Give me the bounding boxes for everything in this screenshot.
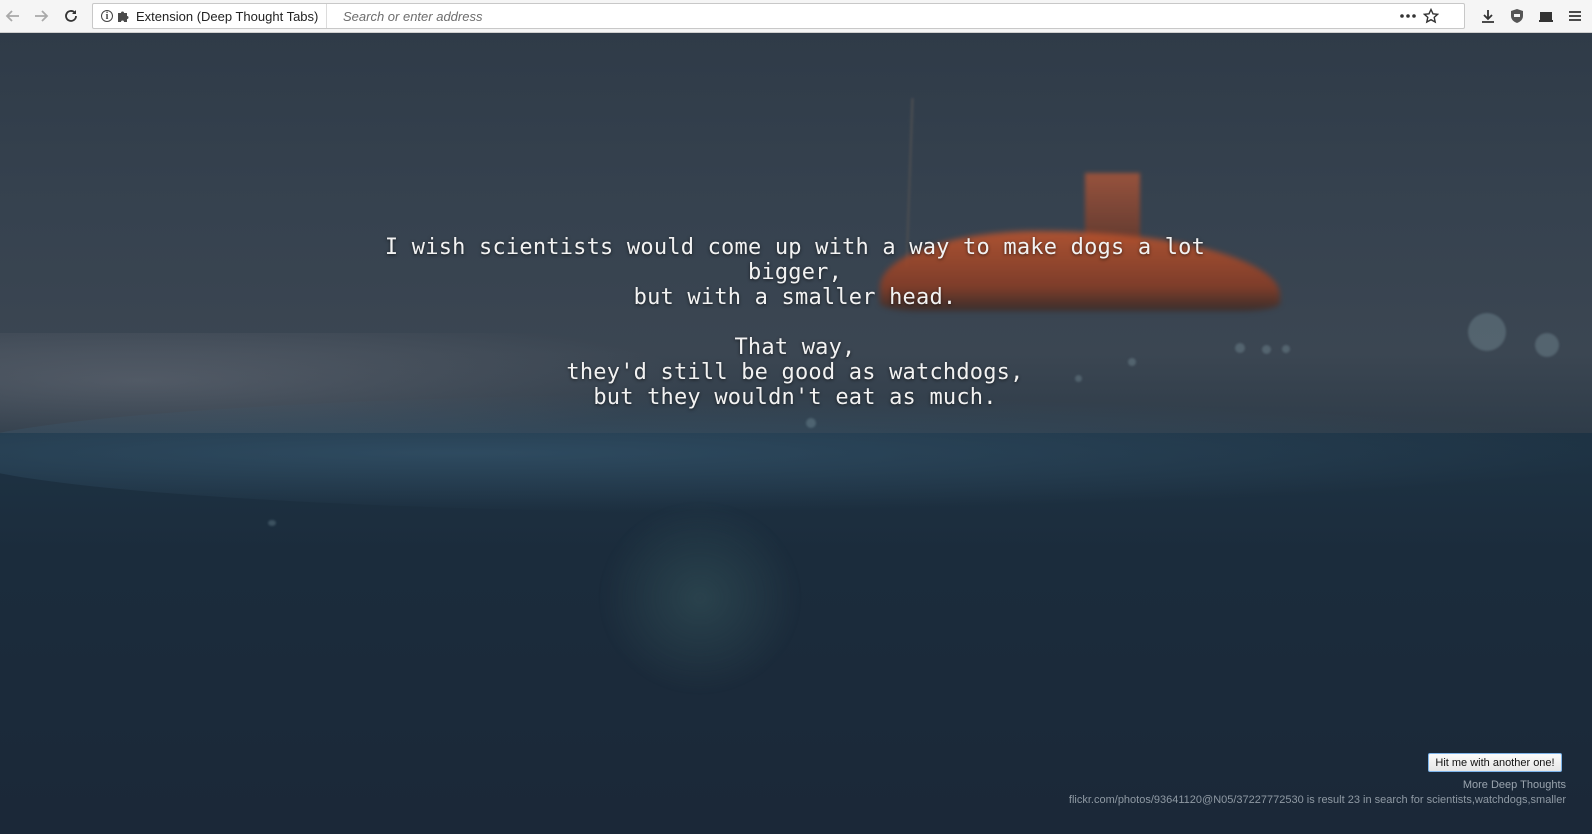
background-photo (0, 33, 1592, 834)
browser-toolbar: i Extension (Deep Thought Tabs) (0, 0, 1592, 33)
info-icon[interactable]: i (101, 10, 113, 22)
underwater-shape (600, 503, 800, 693)
quote-line (380, 310, 1210, 335)
identity-label: Extension (Deep Thought Tabs) (136, 8, 319, 24)
menu-button[interactable] (1562, 4, 1588, 28)
address-input[interactable] (343, 6, 1393, 26)
page-actions-button[interactable] (1396, 4, 1420, 28)
bubble (1468, 313, 1506, 351)
bubble (268, 520, 276, 526)
downloads-button[interactable] (1475, 4, 1501, 28)
bubble (806, 418, 816, 428)
hamburger-menu-icon (1569, 11, 1581, 21)
reload-icon (65, 10, 77, 22)
another-thought-button[interactable]: Hit me with another one! (1428, 753, 1562, 772)
more-dots-icon (1400, 14, 1416, 18)
download-icon (1482, 10, 1494, 23)
bubble (1262, 345, 1271, 354)
star-icon (1423, 8, 1439, 24)
quote-line: I wish scientists would come up with a w… (384, 235, 1206, 260)
quote-line: but they wouldn't eat as much. (593, 385, 997, 410)
forward-button[interactable] (28, 4, 54, 28)
bubble (1282, 345, 1290, 353)
library-icon (1539, 12, 1553, 22)
quote-line: bigger, (747, 260, 843, 285)
photo-credit: flickr.com/photos/93641120@N05/372277725… (1068, 794, 1566, 806)
bubble (1535, 333, 1559, 357)
url-bar[interactable]: i Extension (Deep Thought Tabs) (92, 3, 1465, 29)
deep-thought-quote: I wish scientists would come up with a w… (380, 235, 1210, 410)
shield-icon (1511, 9, 1523, 23)
reload-button[interactable] (58, 4, 84, 28)
quote-line: they'd still be good as watchdogs, (566, 360, 1024, 385)
arrow-left-icon (5, 10, 19, 22)
site-identity[interactable]: i Extension (Deep Thought Tabs) (93, 4, 328, 28)
bookmark-button[interactable] (1419, 4, 1443, 28)
arrow-right-icon (35, 10, 49, 22)
shield-button[interactable] (1504, 4, 1530, 28)
bubble (1235, 343, 1245, 353)
more-deep-thoughts-link[interactable]: More Deep Thoughts (1463, 779, 1566, 791)
library-button[interactable] (1533, 4, 1559, 28)
puzzle-icon (118, 11, 129, 22)
quote-line: but with a smaller head. (633, 285, 957, 310)
wave-crest (0, 393, 1592, 513)
quote-line: That way, (734, 335, 856, 360)
back-button[interactable] (0, 4, 26, 28)
